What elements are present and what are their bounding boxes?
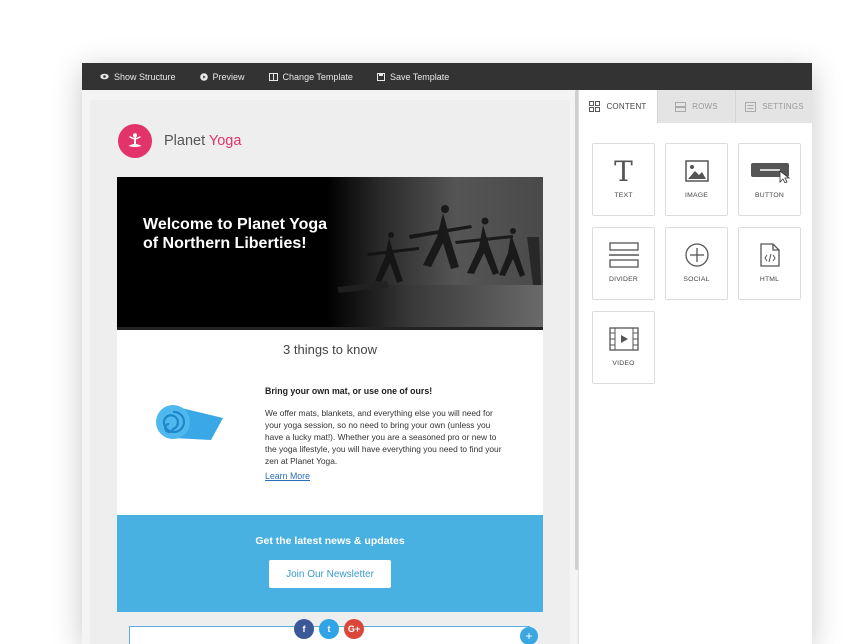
- item-body: We offer mats, blankets, and everything …: [265, 408, 502, 466]
- join-newsletter-button[interactable]: Join Our Newsletter: [269, 560, 391, 588]
- sidebar-tabs: CONTENT ROWS SETTINGS: [579, 90, 812, 123]
- twitter-icon[interactable]: t: [319, 619, 339, 639]
- email-preview: Planet Yoga Welcome to Planet Yoga of No…: [90, 100, 570, 644]
- yoga-figure-icon: [118, 124, 152, 158]
- section-title: 3 things to know: [283, 342, 377, 357]
- social-block[interactable]: f t G+ +: [129, 619, 538, 644]
- tab-rows-label: ROWS: [692, 102, 718, 111]
- hero-title: Welcome to Planet Yoga of Northern Liber…: [143, 216, 328, 252]
- tile-social-label: SOCIAL: [683, 276, 710, 283]
- tile-image[interactable]: IMAGE: [665, 143, 728, 216]
- hero-banner[interactable]: Welcome to Planet Yoga of Northern Liber…: [117, 177, 543, 327]
- image-icon: [684, 160, 709, 182]
- tile-html-label: HTML: [759, 276, 780, 283]
- rows-icon: [675, 101, 687, 112]
- tile-video-label: VIDEO: [612, 360, 635, 367]
- video-icon: [608, 327, 639, 351]
- change-template-button[interactable]: Change Template: [268, 71, 353, 82]
- save-template-label: Save Template: [389, 71, 450, 82]
- add-block-button[interactable]: +: [520, 627, 538, 644]
- google-plus-icon[interactable]: G+: [344, 619, 364, 639]
- things-to-know-block[interactable]: 3 things to know Bring your own mat, or …: [117, 330, 543, 518]
- show-structure-button[interactable]: Show Structure: [100, 72, 176, 82]
- divider-icon: [608, 242, 639, 268]
- tab-content[interactable]: CONTENT: [579, 90, 657, 123]
- show-structure-label: Show Structure: [114, 71, 176, 82]
- settings-icon: [745, 101, 757, 112]
- plus-circle-icon: [684, 243, 709, 267]
- tile-button-label: BUTTON: [754, 192, 785, 199]
- brand-name-second: Yoga: [208, 133, 242, 149]
- tab-settings-label: SETTINGS: [762, 102, 804, 111]
- email-canvas: Planet Yoga Welcome to Planet Yoga of No…: [82, 90, 578, 644]
- tile-social[interactable]: SOCIAL: [665, 227, 728, 300]
- tab-content-label: CONTENT: [606, 102, 647, 111]
- yoga-students-image: [337, 205, 541, 293]
- yoga-mat-icon: [153, 396, 225, 449]
- tile-divider[interactable]: DIVIDER: [592, 227, 655, 300]
- learn-more-link[interactable]: Learn More: [265, 471, 310, 481]
- brand-logo: Planet Yoga: [118, 124, 241, 158]
- brand-name: Planet Yoga: [164, 133, 241, 149]
- text-t-icon: T: [614, 154, 633, 188]
- tile-button[interactable]: BUTTON: [738, 143, 801, 216]
- save-template-button[interactable]: Save Template: [376, 71, 450, 82]
- grid-icon: [589, 101, 601, 112]
- play-circle-icon: [199, 72, 208, 81]
- html-file-icon: [759, 243, 780, 267]
- facebook-icon[interactable]: f: [294, 619, 314, 639]
- tile-image-label: IMAGE: [685, 192, 708, 199]
- preview-button[interactable]: Preview: [199, 71, 245, 82]
- button-icon: [750, 163, 790, 183]
- change-template-label: Change Template: [282, 71, 353, 82]
- tile-text[interactable]: T TEXT: [592, 143, 655, 216]
- preview-label: Preview: [212, 71, 245, 82]
- builder-sidebar: CONTENT ROWS SETTINGS T TEXT IMAGE BUTTO…: [578, 90, 812, 644]
- tile-html[interactable]: HTML: [738, 227, 801, 300]
- tile-divider-label: DIVIDER: [609, 276, 638, 283]
- tab-settings[interactable]: SETTINGS: [735, 90, 812, 123]
- item-heading: Bring your own mat, or use one of ours!: [265, 386, 433, 396]
- save-icon: [376, 72, 385, 81]
- editor-toolbar: Show Structure Preview Change Template S…: [82, 63, 812, 90]
- eye-icon: [100, 73, 109, 80]
- template-icon: [268, 72, 278, 81]
- tab-rows[interactable]: ROWS: [657, 90, 735, 123]
- newsletter-title: Get the latest news & updates: [255, 535, 405, 547]
- newsletter-block[interactable]: Get the latest news & updates Join Our N…: [117, 515, 543, 612]
- tile-video[interactable]: VIDEO: [592, 311, 655, 384]
- editor-window: Show Structure Preview Change Template S…: [82, 63, 812, 644]
- tile-text-label: TEXT: [614, 192, 633, 199]
- brand-name-first: Planet: [164, 133, 206, 149]
